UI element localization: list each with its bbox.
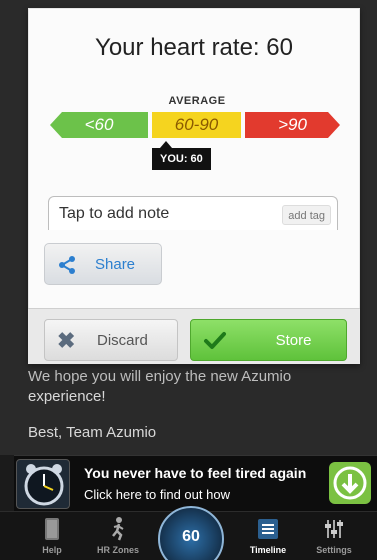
store-button[interactable]: Store <box>190 319 347 361</box>
range-average-segment: 60-90 <box>152 112 241 138</box>
nav-item-help[interactable]: Help <box>22 516 82 555</box>
ad-banner[interactable]: You never have to feel tired again Click… <box>14 455 377 511</box>
sliders-icon <box>325 520 343 538</box>
list-icon <box>258 519 278 539</box>
nav-item-settings[interactable]: Settings <box>304 516 364 555</box>
close-icon: ✖ <box>57 328 76 353</box>
store-label: Store <box>275 332 312 349</box>
nav-label-settings: Settings <box>316 545 352 555</box>
center-heart-rate-value: 60 <box>182 528 200 545</box>
range-low-segment: <60 <box>50 112 148 138</box>
bottom-navigation: Help HR Zones 60 Timeline Settings <box>0 506 377 560</box>
average-label: AVERAGE <box>168 95 226 107</box>
add-tag-button[interactable]: add tag <box>282 205 331 225</box>
background-message-line: experience! <box>28 388 106 405</box>
background-signoff: Best, Team Azumio <box>28 424 157 441</box>
ad-subline: Click here to find out how <box>84 487 230 502</box>
discard-label: Discard <box>97 332 148 349</box>
alarm-clock-icon <box>16 459 70 509</box>
running-person-icon <box>112 517 124 541</box>
share-label: Share <box>95 256 136 273</box>
book-icon <box>45 518 59 540</box>
download-arrow-icon[interactable] <box>329 462 371 504</box>
nav-label-timeline: Timeline <box>249 545 287 555</box>
share-icon <box>59 256 75 274</box>
nav-label-help: Help <box>42 545 62 555</box>
nav-item-timeline[interactable]: Timeline <box>238 516 298 555</box>
discard-button[interactable]: ✖ Discard <box>44 319 178 361</box>
share-button[interactable]: Share <box>44 243 162 285</box>
note-field[interactable]: Tap to add note add tag <box>48 196 338 230</box>
dialog-title: Your heart rate: 60 <box>95 34 293 61</box>
your-value-badge: YOU: 60 <box>152 141 211 170</box>
heart-rate-measure-button[interactable]: 60 <box>158 506 224 560</box>
background-message-fragment: We hope you will enjoy the new Azumio <box>28 368 292 385</box>
ad-headline: You never have to feel tired again <box>84 465 307 481</box>
range-high-segment: >90 <box>245 112 340 138</box>
nav-label-hr-zones: HR Zones <box>96 545 139 555</box>
dialog-action-bar: ✖ Discard Store <box>28 308 360 364</box>
note-placeholder: Tap to add note <box>59 205 170 222</box>
nav-item-hr-zones[interactable]: HR Zones <box>88 516 148 555</box>
